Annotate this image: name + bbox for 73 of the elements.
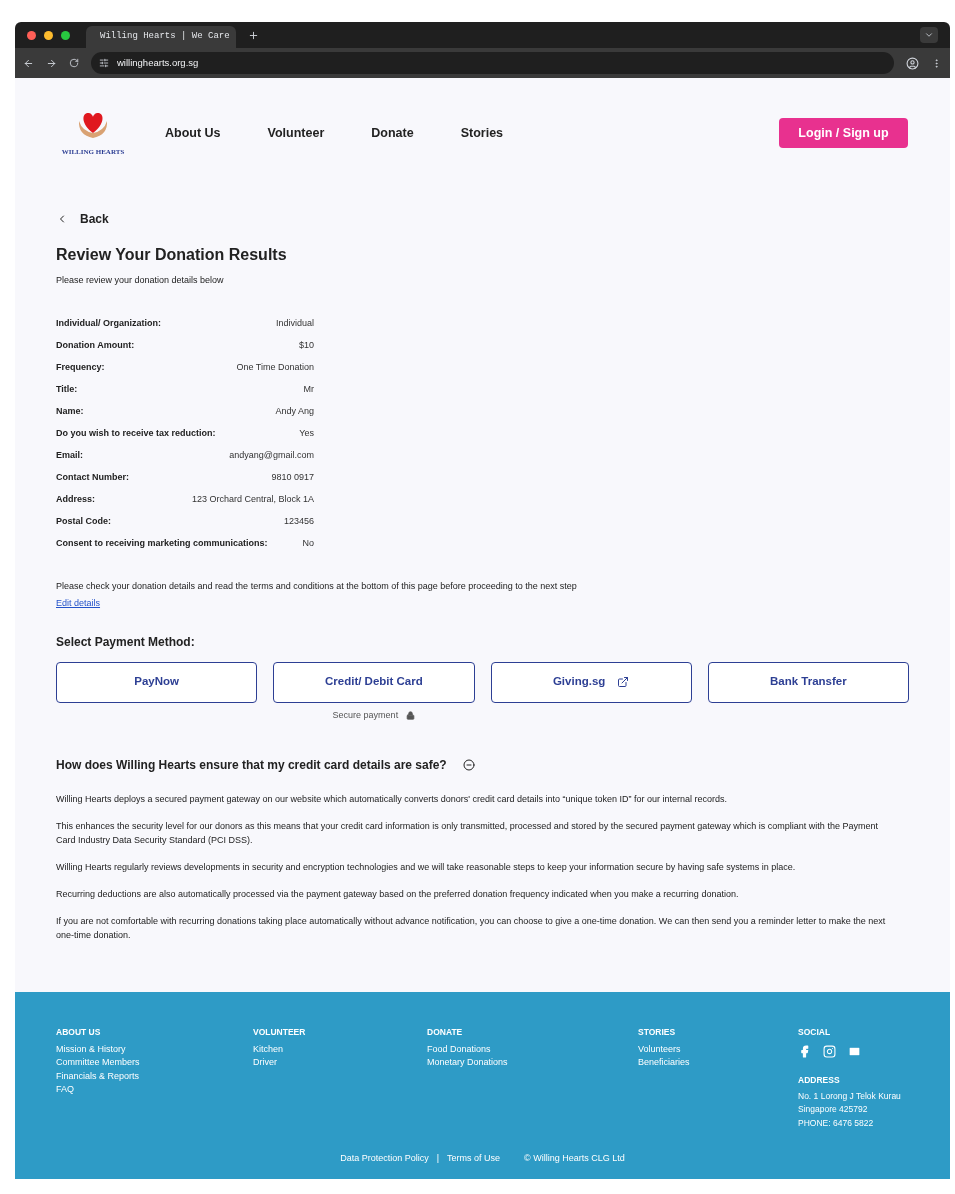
- profile-icon: [906, 56, 919, 70]
- reload-icon: [69, 58, 79, 68]
- detail-value: 9810 0917: [271, 471, 314, 485]
- footer-heading: DONATE: [427, 1026, 464, 1039]
- footer-heading: VOLUNTEER: [253, 1026, 307, 1039]
- nav-link[interactable]: Volunteer: [267, 123, 325, 143]
- faq-paragraph: If you are not comfortable with recurring donations taking place automatically without advance notification, you can choose to give a one-time donation. We can then send you a reminder letter to make the next one-time donation.: [56, 915, 887, 942]
- detail-label: Individual/ Organization:: [56, 317, 161, 331]
- footer-heading: STORIES: [638, 1026, 677, 1039]
- detail-value: One Time Donation: [236, 361, 314, 375]
- copyright: © Willing Hearts CLG Ltd: [524, 1152, 625, 1165]
- forward-icon: [46, 57, 57, 69]
- payment-method-button[interactable]: Bank Transfer: [707, 661, 909, 703]
- detail-value: 123 Orchard Central, Block 1A: [191, 493, 314, 507]
- secure-payment-text: Secure payment: [332, 708, 399, 722]
- detail-value: Andy Ang: [275, 405, 314, 419]
- detail-label: Name:: [56, 405, 84, 419]
- back-label: Back: [80, 211, 109, 228]
- footer-heading: SOCIAL: [798, 1026, 832, 1039]
- footer-heading: ADDRESS: [798, 1073, 841, 1087]
- detail-label: Postal Code:: [56, 515, 111, 529]
- browser-tab[interactable]: Willing Hearts | We Care: [86, 26, 236, 48]
- site-settings-icon: [99, 58, 109, 68]
- instagram-icon[interactable]: [823, 1044, 836, 1058]
- faq-paragraph: Recurring deductions are also automatically processed via the payment gateway based on the preferred donation frequency indicated when you make a recurring donation.: [56, 888, 740, 901]
- nav-link[interactable]: Stories: [460, 123, 504, 143]
- facebook-icon[interactable]: [798, 1044, 811, 1058]
- faq-paragraph: Willing Hearts regularly reviews developments in security and encryption technologies and we will take reasonable steps to keep your information secure by having safe systems in place.: [56, 861, 797, 874]
- url-text: willinghearts.org.sg: [117, 55, 199, 70]
- detail-value: andyang@gmail.com: [229, 449, 314, 463]
- separator: |: [436, 1152, 440, 1165]
- payment-heading: Select Payment Method:: [56, 633, 196, 651]
- faq-question: How does Willing Hearts ensure that my credit card details are safe?: [56, 757, 447, 774]
- edit-details-link[interactable]: Edit details: [56, 597, 101, 611]
- detail-value: No: [302, 537, 314, 551]
- address-line: PHONE: 6476 5822: [798, 1116, 875, 1130]
- detail-label: Donation Amount:: [56, 339, 135, 353]
- detail-value: Individual: [275, 317, 314, 331]
- tab-title: Willing Hearts | We Care: [100, 30, 230, 44]
- address-line: Singapore 425792: [798, 1103, 869, 1116]
- page-title: Review Your Donation Results: [56, 245, 288, 265]
- detail-value: Yes: [299, 427, 314, 441]
- new-tab-icon: [248, 29, 259, 41]
- faq-paragraph: This enhances the security level for our donors as this means that your credit card information is only transmitted, processed and stored by the secured payment gateway which is compliant with the Payment Card Industry Data Security Standard (PCI DSS).: [56, 820, 879, 847]
- lock-icon: [406, 710, 416, 720]
- footer-heading: ABOUT US: [56, 1026, 102, 1039]
- collapse-button[interactable]: [462, 759, 475, 771]
- payment-method-button[interactable]: Giving.sg: [490, 661, 692, 703]
- faq-paragraph: Willing Hearts deploys a secured payment gateway on our website which automatically converts donors' credit card details into “unique token ID” for our internal records.: [56, 793, 729, 806]
- page-subtitle: Please review your donation details below: [56, 274, 225, 287]
- detail-value: $10: [298, 339, 314, 353]
- back-link[interactable]: Back: [56, 210, 109, 228]
- payment-method-button[interactable]: PayNow: [56, 661, 258, 703]
- detail-label: Email:: [56, 449, 83, 463]
- nav-link[interactable]: Donate: [371, 123, 414, 143]
- check-note: Please check your donation details and read the terms and conditions at the bottom of this page before proceeding to the next step: [56, 579, 578, 593]
- tab-menu-button[interactable]: [920, 27, 938, 43]
- detail-value: 123456: [283, 515, 314, 529]
- detail-label: Consent to receiving marketing communications:: [56, 537, 268, 551]
- detail-label: Do you wish to receive tax reduction:: [56, 427, 216, 441]
- detail-label: Address:: [56, 493, 95, 507]
- detail-label: Title:: [56, 383, 78, 397]
- address-bar[interactable]: willinghearts.org.sg: [91, 52, 894, 74]
- external-link-icon: [617, 676, 630, 688]
- detail-label: Contact Number:: [56, 471, 129, 485]
- chevron-down-icon: [924, 30, 934, 40]
- login-button[interactable]: Login / Sign up: [779, 118, 908, 148]
- nav-link[interactable]: About Us: [165, 123, 221, 143]
- detail-value: Mr: [303, 383, 314, 397]
- payment-method-button[interactable]: Credit/ Debit Card: [273, 661, 475, 703]
- address-line: No. 1 Lorong J Telok Kurau: [798, 1089, 901, 1103]
- back-icon: [23, 57, 34, 69]
- detail-label: Frequency:: [56, 361, 105, 375]
